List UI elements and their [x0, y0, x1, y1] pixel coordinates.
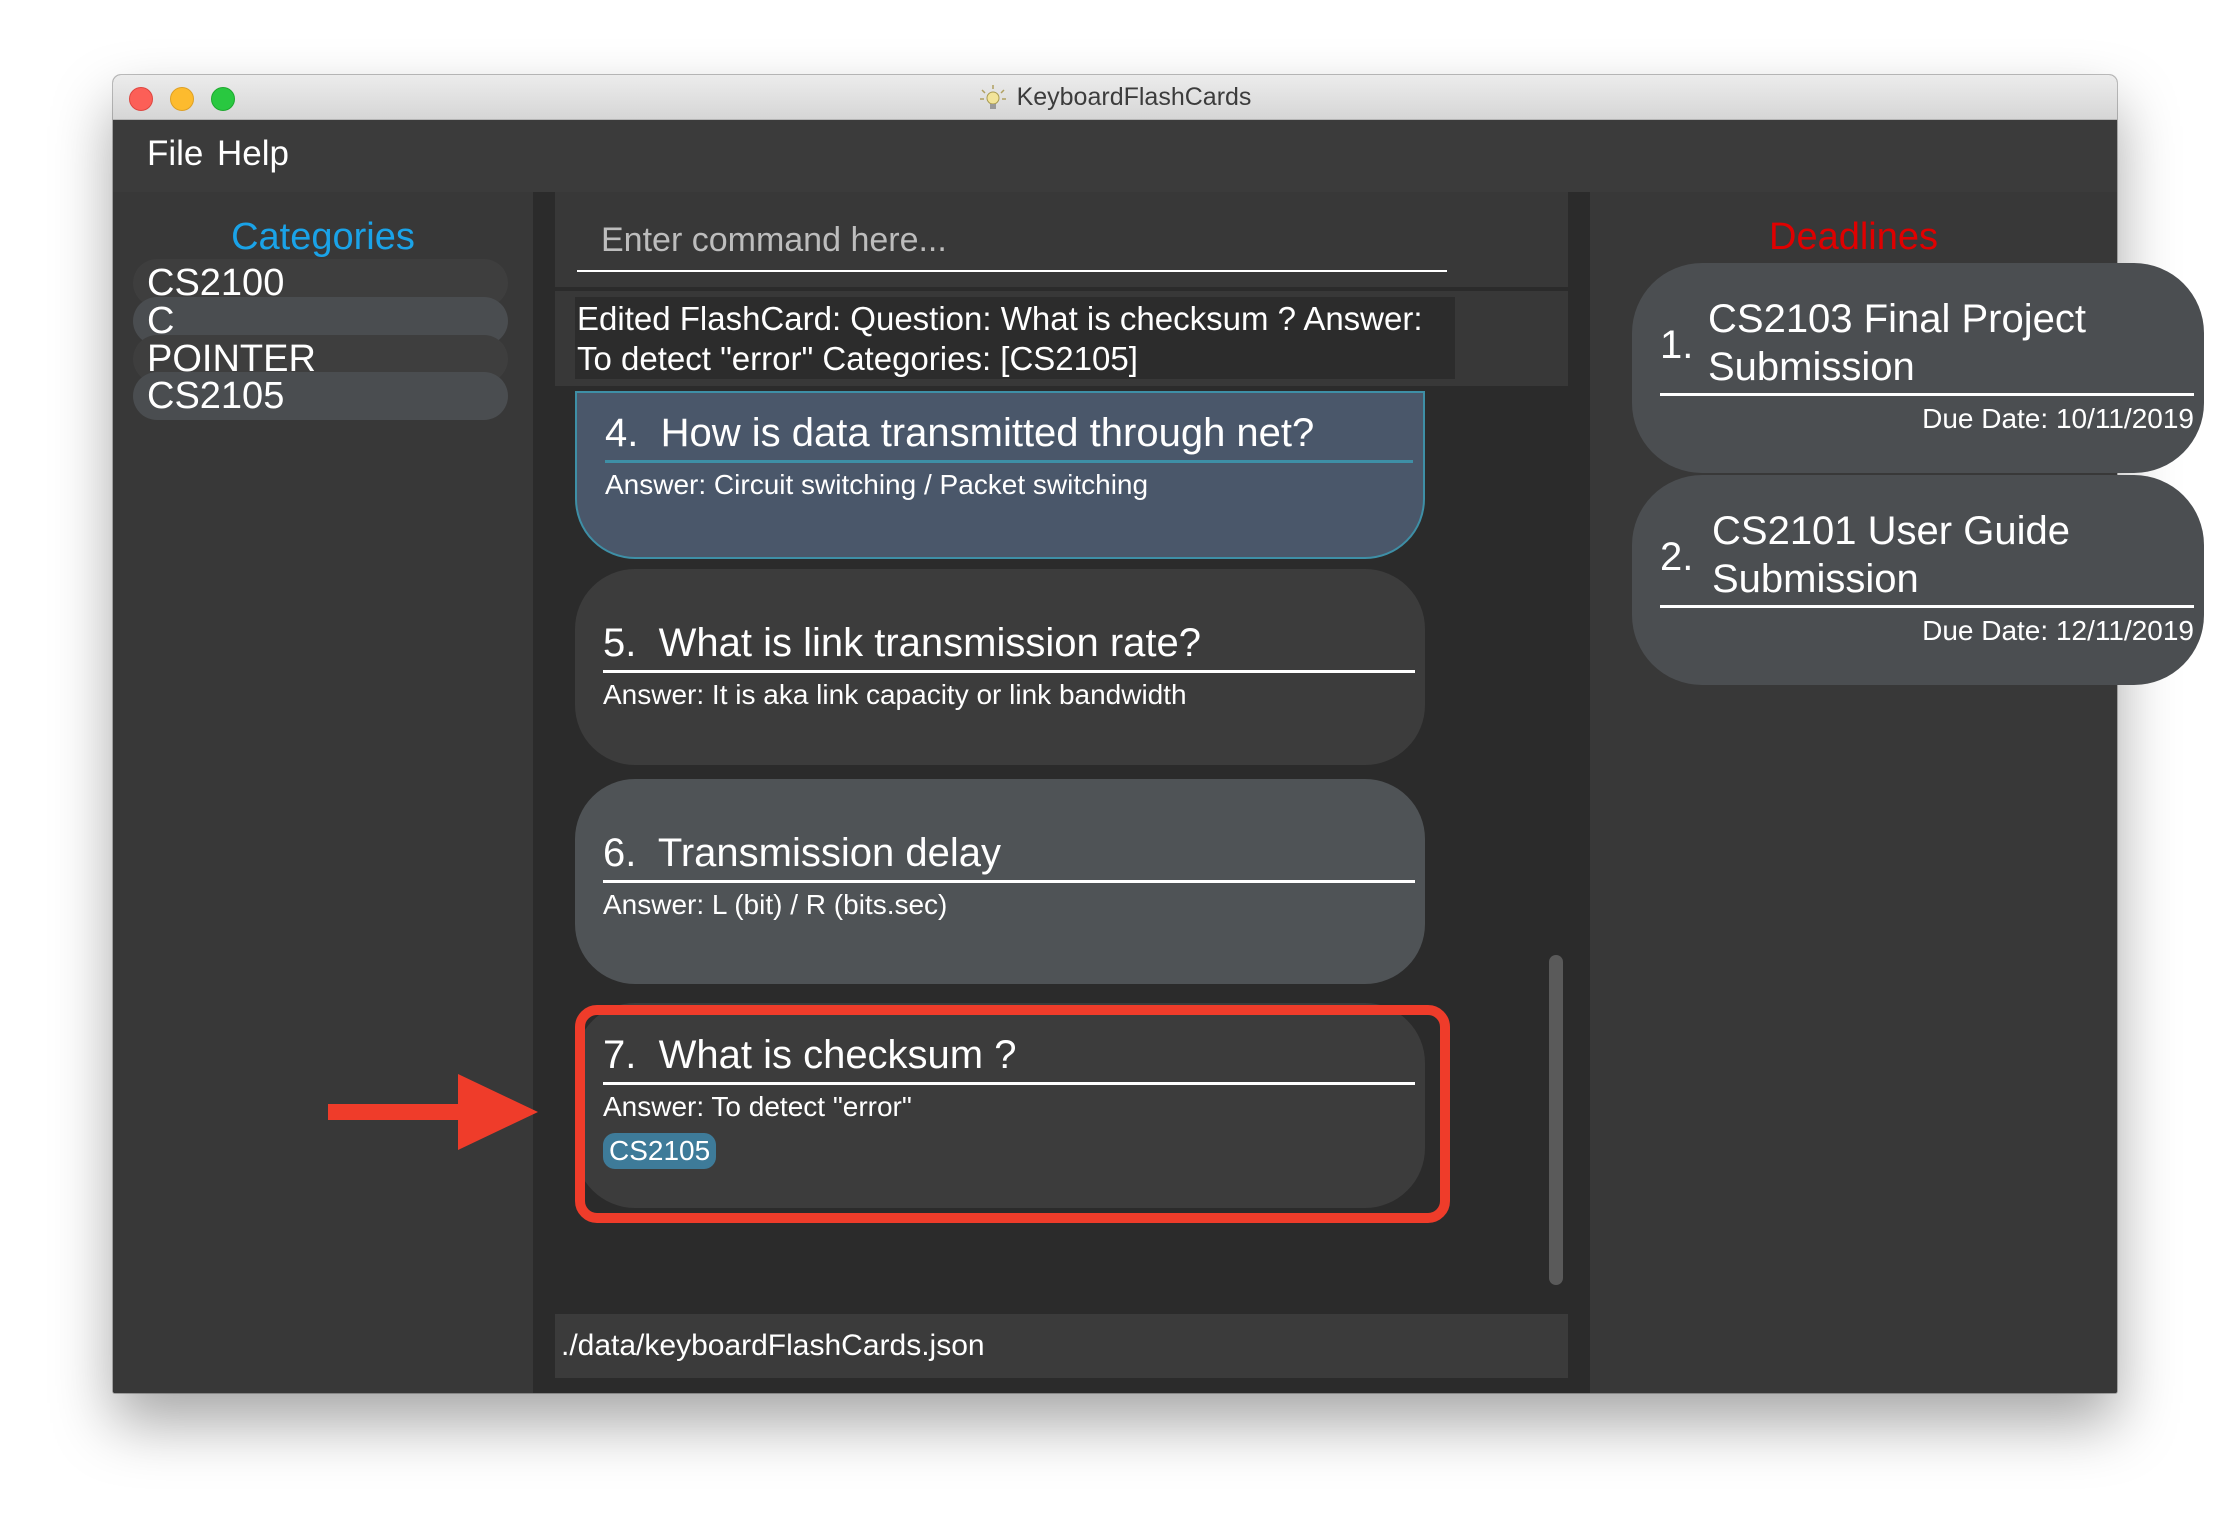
command-box: [555, 192, 1568, 287]
result-display: Edited FlashCard: Question: What is chec…: [555, 291, 1568, 386]
deadline-item[interactable]: 1. CS2103 Final Project Submission Due D…: [1632, 263, 2204, 473]
red-arrow-icon: [328, 1074, 538, 1150]
result-text: Edited FlashCard: Question: What is chec…: [575, 297, 1455, 379]
flashcard-number: 6.: [603, 831, 637, 875]
flashcard-5[interactable]: 5. What is link transmission rate? Answe…: [575, 569, 1425, 765]
flashcard-question-text: How is data transmitted through net?: [660, 411, 1315, 455]
flashcard-question: 6. Transmission delay: [603, 831, 1415, 883]
flashcard-number: 5.: [603, 621, 637, 665]
deadline-item[interactable]: 2. CS2101 User Guide Submission Due Date…: [1632, 475, 2204, 685]
flashcard-question: 4. How is data transmitted through net?: [605, 411, 1413, 463]
flashcard-scrollbar[interactable]: [1549, 955, 1563, 1285]
flashcard-question: 5. What is link transmission rate?: [603, 621, 1415, 673]
flashcard-answer: Answer: Circuit switching / Packet switc…: [605, 469, 1149, 500]
status-bar-path: ./data/keyboardFlashCards.json: [555, 1314, 1568, 1378]
flashcard-6[interactable]: 6. Transmission delay Answer: L (bit) / …: [575, 779, 1425, 984]
deadline-title: CS2101 User Guide Submission: [1660, 507, 2194, 608]
flashcard-answer: Answer: L (bit) / R (bits.sec): [603, 889, 948, 920]
flashcard-answer: Answer: It is aka link capacity or link …: [603, 679, 1187, 710]
flashcard-4[interactable]: 4. How is data transmitted through net? …: [575, 391, 1425, 559]
deadline-title: CS2103 Final Project Submission: [1660, 295, 2194, 396]
command-input[interactable]: [577, 210, 1447, 272]
deadline-due-date: Due Date: 10/11/2019: [1922, 403, 2194, 434]
highlight-box: [575, 1005, 1450, 1223]
flashcard-question-text: What is link transmission rate?: [658, 621, 1201, 665]
flashcard-number: 4.: [605, 411, 639, 455]
flashcard-question-text: Transmission delay: [657, 831, 1001, 875]
deadline-due-date: Due Date: 12/11/2019: [1922, 615, 2194, 646]
